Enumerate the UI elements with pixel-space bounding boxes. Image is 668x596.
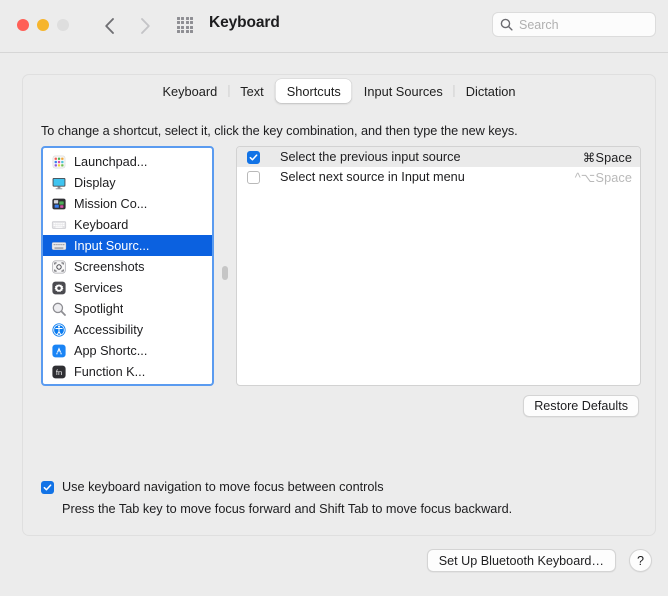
checkmark-icon (249, 153, 258, 161)
sidebar-item-screenshots[interactable]: Screenshots (43, 256, 212, 277)
show-all-preferences-button[interactable] (174, 14, 196, 36)
search-input[interactable] (519, 17, 648, 32)
sidebar-item-label: Launchpad... (74, 154, 148, 169)
close-window-button[interactable] (17, 19, 29, 31)
table-row[interactable]: Select next source in Input menu ^⌥Space (237, 167, 640, 187)
titlebar: Keyboard (0, 0, 668, 53)
footer: Set Up Bluetooth Keyboard… ? (0, 538, 668, 596)
tab-shortcuts[interactable]: Shortcuts (275, 79, 352, 103)
search-icon (500, 18, 513, 31)
sidebar-item-app-shortcuts[interactable]: App Shortc... (43, 340, 212, 361)
restore-defaults-button[interactable]: Restore Defaults (523, 395, 639, 417)
table-row[interactable]: Select the previous input source ⌘Space (237, 147, 640, 167)
sidebar-item-label: Screenshots (74, 259, 145, 274)
tab-text[interactable]: Text (229, 79, 274, 103)
search-field[interactable] (492, 12, 656, 37)
sidebar-item-display[interactable]: Display (43, 172, 212, 193)
sidebar-item-label: App Shortc... (74, 343, 148, 358)
preferences-window: Keyboard Keyboard Text Shortcuts Input S… (0, 0, 668, 596)
back-button[interactable] (96, 10, 122, 42)
keyboard-navigation-help: Press the Tab key to move focus forward … (62, 502, 513, 516)
keyboard-navigation-row[interactable]: Use keyboard navigation to move focus be… (41, 480, 384, 494)
mission-control-icon (52, 198, 66, 209)
shortcut-keys[interactable]: ^⌥Space (575, 170, 632, 185)
navigation-arrows (96, 10, 158, 42)
minimize-window-button[interactable] (37, 19, 49, 31)
sidebar-item-label: Spotlight (74, 301, 124, 316)
tab-input-sources[interactable]: Input Sources (353, 79, 454, 103)
sidebar-item-accessibility[interactable]: Accessibility (43, 319, 212, 340)
launchpad-icon (52, 155, 66, 168)
zoom-window-button[interactable] (57, 19, 69, 31)
instruction-text: To change a shortcut, select it, click t… (41, 124, 518, 138)
shortcut-name: Select the previous input source (280, 150, 461, 164)
keyboard-navigation-checkbox[interactable] (41, 480, 54, 494)
tab-keyboard[interactable]: Keyboard (151, 79, 228, 103)
forward-button[interactable] (132, 10, 158, 42)
category-list[interactable]: Launchpad... Display Mission Co... Keybo… (41, 146, 214, 386)
tab-dictation[interactable]: Dictation (455, 79, 527, 103)
sidebar-item-function-keys[interactable]: fn Function K... (43, 361, 212, 382)
sidebar-item-label: Accessibility (74, 322, 144, 337)
sidebar-item-label: Keyboard (74, 217, 129, 232)
shortcut-panes: Launchpad... Display Mission Co... Keybo… (41, 146, 641, 386)
svg-text:fn: fn (56, 368, 62, 377)
shortcut-name: Select next source in Input menu (280, 170, 465, 184)
page-title: Keyboard (209, 14, 280, 31)
traffic-lights (17, 19, 69, 31)
chevron-left-icon (104, 18, 114, 34)
checkmark-icon (43, 483, 52, 491)
chevron-right-icon (140, 18, 150, 34)
sidebar-item-label: Input Sourc... (74, 238, 150, 253)
function-keys-icon: fn (52, 365, 66, 378)
shortcut-enabled-checkbox[interactable] (247, 150, 260, 164)
app-shortcuts-icon (52, 344, 66, 357)
sidebar-item-input-sources[interactable]: Input Sourc... (43, 235, 212, 256)
tab-bar: Keyboard Text Shortcuts Input Sources Di… (151, 79, 527, 103)
sidebar-item-mission-control[interactable]: Mission Co... (43, 193, 212, 214)
spotlight-icon (52, 302, 66, 316)
shortcut-keys[interactable]: ⌘Space (583, 150, 632, 165)
shortcut-enabled-checkbox[interactable] (247, 170, 260, 184)
accessibility-icon (52, 322, 66, 337)
display-icon (52, 177, 66, 189)
help-button[interactable]: ? (629, 549, 652, 572)
pane-scrollbar[interactable] (214, 146, 236, 386)
pane-scrollbar-thumb[interactable] (222, 266, 228, 280)
sidebar-item-label: Services (74, 280, 123, 295)
sidebar-item-spotlight[interactable]: Spotlight (43, 298, 212, 319)
sidebar-item-label: Mission Co... (74, 196, 148, 211)
set-up-bluetooth-keyboard-button[interactable]: Set Up Bluetooth Keyboard… (426, 549, 616, 572)
sidebar-item-launchpad[interactable]: Launchpad... (43, 151, 212, 172)
input-sources-icon (51, 241, 67, 250)
keyboard-icon (51, 220, 67, 229)
sidebar-item-services[interactable]: Services (43, 277, 212, 298)
services-gear-icon (52, 281, 66, 294)
sidebar-item-label: Display (74, 175, 116, 190)
sidebar-item-label: Function K... (74, 364, 146, 379)
keyboard-navigation-label: Use keyboard navigation to move focus be… (62, 480, 384, 494)
grid-icon (176, 16, 194, 34)
content-panel: Keyboard Text Shortcuts Input Sources Di… (22, 74, 656, 536)
sidebar-item-keyboard[interactable]: Keyboard (43, 214, 212, 235)
shortcut-list[interactable]: Select the previous input source ⌘Space … (236, 146, 641, 386)
screenshots-icon (52, 259, 66, 274)
